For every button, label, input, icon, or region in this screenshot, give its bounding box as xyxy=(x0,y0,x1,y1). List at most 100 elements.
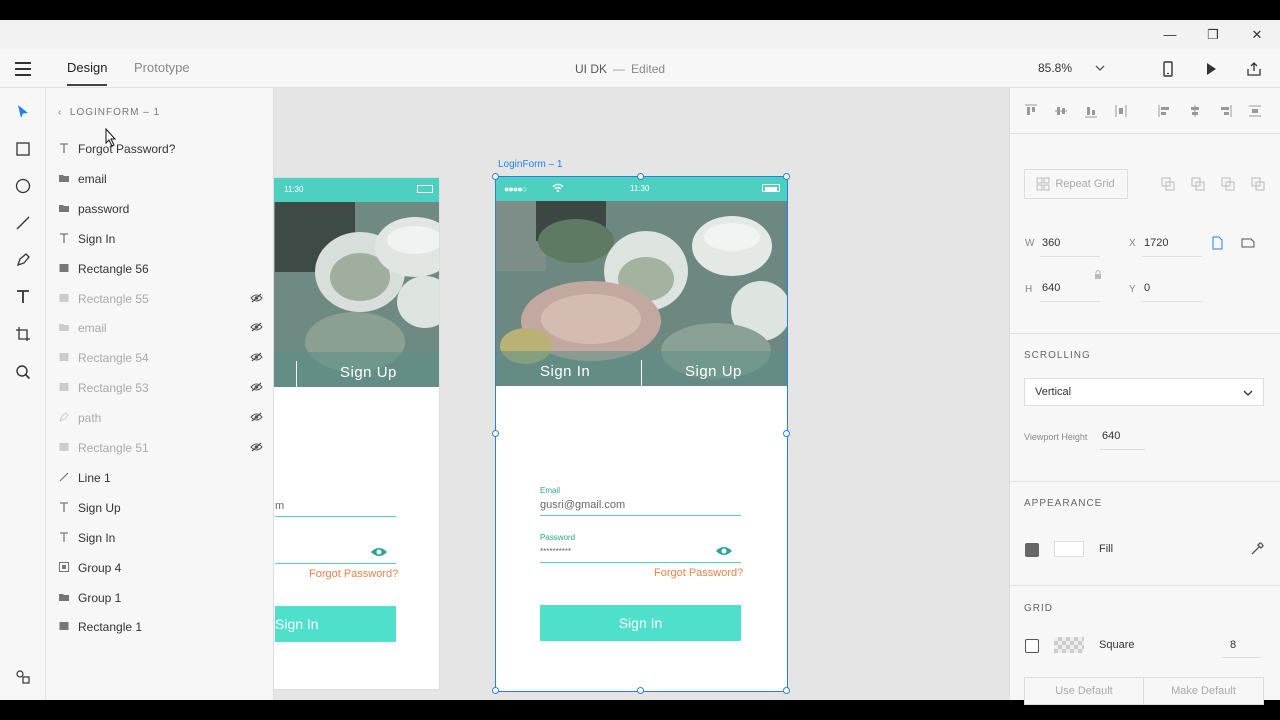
share-icon[interactable] xyxy=(1245,60,1263,78)
fill-color-swatch[interactable] xyxy=(1054,541,1084,557)
visibility-off-icon[interactable] xyxy=(250,442,263,452)
boolean-add-icon[interactable] xyxy=(1161,177,1175,191)
scrolling-select[interactable]: Vertical xyxy=(1024,378,1264,406)
align-top-icon[interactable] xyxy=(1024,104,1038,118)
close-button[interactable]: ✕ xyxy=(1242,26,1272,44)
layer-item[interactable]: Group 4 xyxy=(58,557,263,579)
portrait-icon[interactable] xyxy=(1210,236,1224,250)
distribute-vertical-icon[interactable] xyxy=(1248,104,1262,118)
chevron-down-icon[interactable] xyxy=(1095,59,1105,77)
align-bottom-icon[interactable] xyxy=(1084,104,1098,118)
resize-handle[interactable] xyxy=(492,173,499,180)
align-middle-icon[interactable] xyxy=(1054,104,1068,118)
tab-prototype[interactable]: Prototype xyxy=(134,60,190,75)
play-icon[interactable] xyxy=(1202,60,1220,78)
resize-handle[interactable] xyxy=(492,430,499,437)
assets-icon[interactable] xyxy=(14,668,32,686)
viewport-height-input[interactable]: 640 xyxy=(1102,430,1120,442)
lock-icon[interactable] xyxy=(1091,268,1105,282)
rectangle-icon xyxy=(59,622,69,631)
chevron-left-icon[interactable]: ‹ xyxy=(58,107,70,118)
artboard-partial[interactable]: 11:30 Sign Up m Forgot Password? Sign In xyxy=(274,177,440,690)
layer-item[interactable]: password xyxy=(58,198,263,220)
layer-item[interactable]: Sign In xyxy=(58,527,263,549)
artboard-loginform[interactable]: ●●●●○ 11:30 Sign In Sign Up Email gusri@… xyxy=(495,176,788,692)
y-input[interactable]: 0 xyxy=(1144,282,1150,294)
artboard-label[interactable]: LoginForm – 1 xyxy=(498,159,562,170)
layer-name: Rectangle 54 xyxy=(78,351,149,366)
boolean-subtract-icon[interactable] xyxy=(1191,177,1205,191)
document-name: UI DK xyxy=(575,62,608,76)
ellipse-tool-icon[interactable] xyxy=(14,177,32,195)
align-right-icon[interactable] xyxy=(1218,104,1232,118)
layer-item[interactable]: Rectangle 54 xyxy=(58,347,263,369)
layer-item[interactable]: Forgot Password? xyxy=(58,138,263,160)
layer-item[interactable]: Rectangle 55 xyxy=(58,288,263,310)
canvas[interactable]: 11:30 Sign Up m Forgot Password? Sign In… xyxy=(274,88,1009,700)
width-underline xyxy=(1040,256,1100,257)
distribute-horizontal-icon[interactable] xyxy=(1114,104,1128,118)
layer-item[interactable]: Rectangle 56 xyxy=(58,258,263,280)
minimize-button[interactable]: — xyxy=(1155,26,1185,44)
make-default-button[interactable]: Make Default xyxy=(1143,677,1264,705)
layer-item[interactable]: email xyxy=(58,168,263,190)
layer-item[interactable]: Rectangle 1 xyxy=(58,616,263,638)
device-preview-icon[interactable] xyxy=(1159,60,1177,78)
layer-item[interactable]: Group 1 xyxy=(58,587,263,609)
visibility-off-icon[interactable] xyxy=(250,412,263,422)
zoom-level[interactable]: 85.8% xyxy=(1038,61,1072,75)
layer-name: path xyxy=(78,411,102,426)
layer-item[interactable]: Sign In xyxy=(58,228,263,250)
layer-item[interactable]: Rectangle 53 xyxy=(58,377,263,399)
rectangle-icon xyxy=(59,443,69,451)
height-input[interactable]: 640 xyxy=(1042,282,1060,294)
layer-item[interactable]: Rectangle 51 xyxy=(58,437,263,459)
resize-handle[interactable] xyxy=(783,687,790,694)
folder-icon xyxy=(59,174,69,182)
fill-checkbox[interactable] xyxy=(1025,543,1039,557)
boolean-intersect-icon[interactable] xyxy=(1221,177,1235,191)
layer-item[interactable]: Sign Up xyxy=(58,497,263,519)
boolean-exclude-icon[interactable] xyxy=(1251,177,1265,191)
eyedropper-icon[interactable] xyxy=(1250,542,1264,556)
text-tool-icon[interactable] xyxy=(14,288,32,306)
layer-item[interactable]: path xyxy=(58,407,263,429)
layer-name: Sign In xyxy=(78,231,116,246)
resize-handle[interactable] xyxy=(783,173,790,180)
layers-breadcrumb[interactable]: ‹ LOGINFORM – 1 xyxy=(58,107,160,118)
x-input[interactable]: 1720 xyxy=(1144,237,1168,249)
visibility-off-icon[interactable] xyxy=(250,322,263,332)
width-input[interactable]: 360 xyxy=(1042,237,1060,249)
rectangle-tool-icon[interactable] xyxy=(14,140,32,158)
hamburger-menu-icon[interactable] xyxy=(15,62,31,76)
grid-checkbox[interactable] xyxy=(1025,639,1039,653)
select-tool-icon[interactable] xyxy=(14,103,32,121)
pen-tool-icon[interactable] xyxy=(14,251,32,269)
line-tool-icon[interactable] xyxy=(14,214,32,232)
use-default-button[interactable]: Use Default xyxy=(1024,677,1144,705)
layer-name: Sign In xyxy=(78,530,116,545)
zoom-tool-icon[interactable] xyxy=(14,363,32,381)
resize-handle[interactable] xyxy=(637,173,644,180)
align-center-icon[interactable] xyxy=(1188,104,1202,118)
grid-size-input[interactable]: 8 xyxy=(1230,639,1236,651)
grid-color-swatch[interactable] xyxy=(1054,637,1084,653)
layer-item[interactable]: email xyxy=(58,317,263,339)
layer-item[interactable]: Line 1 xyxy=(58,467,263,489)
visibility-off-icon[interactable] xyxy=(250,382,263,392)
text-icon xyxy=(60,532,68,542)
resize-handle[interactable] xyxy=(492,687,499,694)
hero-image: Sign Up xyxy=(274,202,439,387)
artboard-tool-icon[interactable] xyxy=(14,325,32,343)
grid-type[interactable]: Square xyxy=(1099,639,1134,651)
restore-button[interactable]: ❐ xyxy=(1198,26,1228,44)
resize-handle[interactable] xyxy=(637,687,644,694)
visibility-off-icon[interactable] xyxy=(250,293,263,303)
tools-panel xyxy=(0,88,46,700)
align-left-icon[interactable] xyxy=(1158,104,1172,118)
landscape-icon[interactable] xyxy=(1241,236,1255,250)
visibility-off-icon[interactable] xyxy=(250,352,263,362)
email-underline xyxy=(275,516,396,517)
resize-handle[interactable] xyxy=(783,430,790,437)
tab-design[interactable]: Design xyxy=(67,60,108,86)
